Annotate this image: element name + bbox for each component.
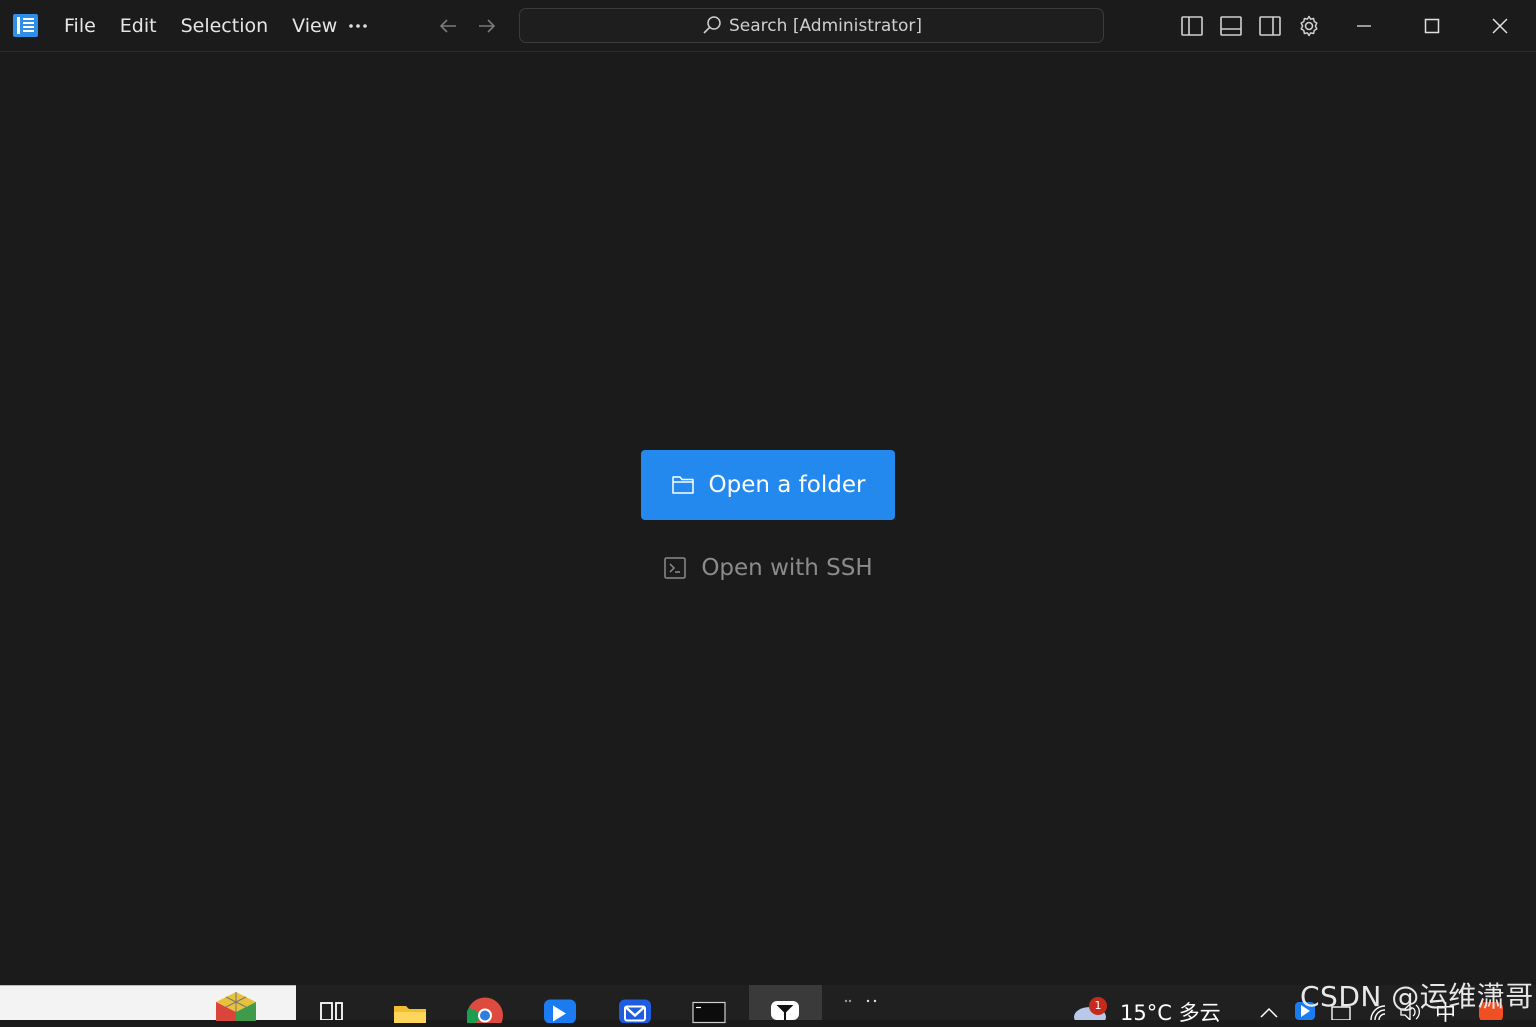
maximize-icon xyxy=(1424,18,1440,34)
active-app-highlight[interactable] xyxy=(749,985,822,1020)
search-placeholder: Search [Administrator] xyxy=(729,15,922,36)
minimize-icon xyxy=(1357,25,1371,27)
terminal-app-icon[interactable] xyxy=(691,998,727,1025)
gear-icon[interactable] xyxy=(1297,14,1321,38)
menu-file[interactable]: File xyxy=(52,0,108,52)
close-button[interactable] xyxy=(1466,0,1534,52)
editor-app-icon xyxy=(771,1001,799,1020)
menu-edit[interactable]: Edit xyxy=(108,0,169,52)
open-ssh-button[interactable]: Open with SSH xyxy=(641,548,895,588)
app-dots-icon xyxy=(844,999,877,1003)
search-box[interactable]: Search [Administrator] xyxy=(519,8,1104,43)
folder-icon xyxy=(671,476,694,494)
task-view-icon[interactable] xyxy=(318,999,348,1020)
file-explorer-icon[interactable] xyxy=(392,999,428,1026)
search-icon xyxy=(703,15,721,34)
weather-widget[interactable]: 15°C 多云 xyxy=(1120,997,1221,1027)
maximize-button[interactable] xyxy=(1398,0,1466,52)
open-folder-label: Open a folder xyxy=(708,472,866,498)
terminal-icon xyxy=(664,557,687,579)
chrome-icon[interactable] xyxy=(467,996,503,1023)
open-ssh-label: Open with SSH xyxy=(701,555,873,581)
mail-icon[interactable] xyxy=(617,996,653,1023)
close-icon xyxy=(1492,18,1508,34)
feishu-icon[interactable] xyxy=(542,996,578,1023)
watermark: CSDN @运维潇哥 xyxy=(1300,980,1534,1013)
more-menu-icon[interactable] xyxy=(338,12,378,40)
taskbar-left-panel xyxy=(0,985,296,1021)
arrow-right-icon[interactable] xyxy=(475,14,499,38)
minimize-button[interactable] xyxy=(1330,0,1398,52)
toggle-right-sidebar-icon[interactable] xyxy=(1258,14,1282,38)
chevron-up-icon[interactable] xyxy=(1258,1005,1280,1020)
toggle-left-sidebar-icon[interactable] xyxy=(1180,14,1204,38)
arrow-left-icon[interactable] xyxy=(436,14,460,38)
rubiks-cube-icon[interactable] xyxy=(212,990,260,1021)
menu-selection[interactable]: Selection xyxy=(169,0,281,52)
weather-temperature: 15°C xyxy=(1120,1001,1172,1025)
notification-badge: 1 xyxy=(1089,997,1107,1015)
open-folder-button[interactable]: Open a folder xyxy=(641,450,895,520)
menu-bar: File Edit Selection View xyxy=(52,0,349,52)
title-bar: File Edit Selection View Search [Adminis… xyxy=(0,0,1536,52)
weather-description: 多云 xyxy=(1178,1001,1221,1025)
app-logo-icon[interactable] xyxy=(13,14,38,37)
toggle-bottom-panel-icon[interactable] xyxy=(1219,14,1243,38)
